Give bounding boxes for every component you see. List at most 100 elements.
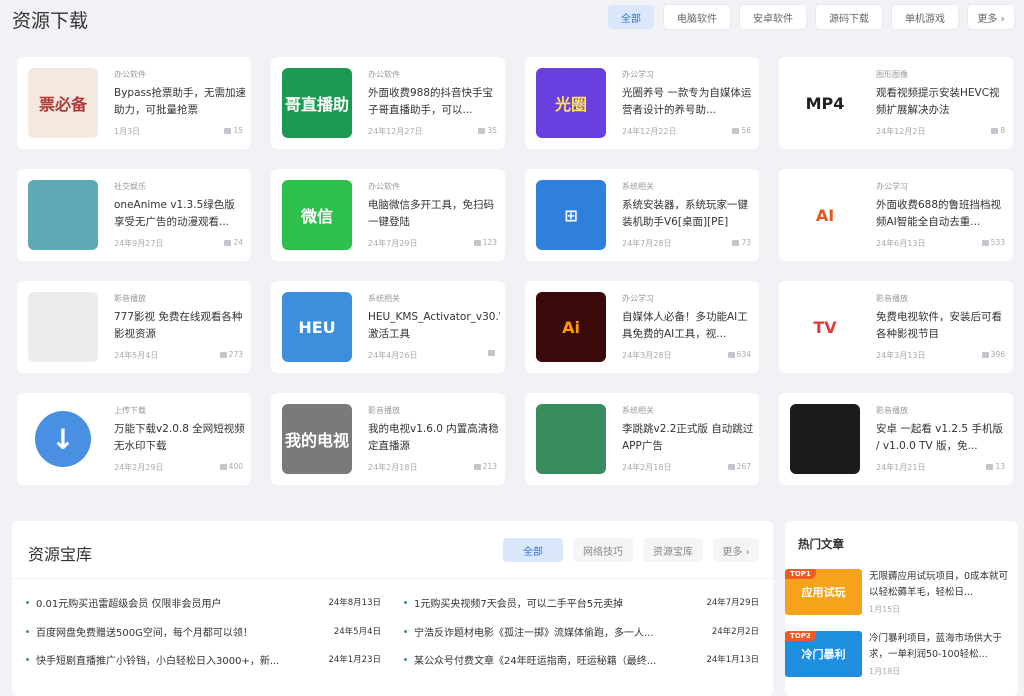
resource-category[interactable]: 系统相关: [622, 181, 654, 192]
hot-article-thumbnail[interactable]: 应用试玩 TOP1: [785, 569, 862, 615]
tab-pc-software[interactable]: 电脑软件: [664, 5, 730, 29]
resource-category[interactable]: 社交娱乐: [114, 181, 146, 192]
comment-icon: [224, 127, 232, 134]
library-list-item[interactable]: 某公众号付费文章《24年旺运指南，旺运秘籍（最终... 24年1月13日: [404, 650, 759, 679]
resource-thumbnail[interactable]: [28, 180, 98, 250]
tab-source-download[interactable]: 源码下载: [816, 5, 882, 29]
resource-category[interactable]: 系统相关: [622, 405, 654, 416]
resource-title[interactable]: 自媒体人必备！多功能AI工具免费的AI工具，视...: [622, 309, 754, 343]
tab-single-games[interactable]: 单机游戏: [892, 5, 958, 29]
library-list-item[interactable]: 百度网盘免费赠送500G空间，每个月都可以领！ 24年5月4日: [26, 622, 381, 651]
resource-title[interactable]: Bypass抢票助手，无需加速助力，可批量抢票: [114, 85, 246, 119]
resource-card[interactable]: ↓ 上传下载 万能下载v2.0.8 全网短视频无水印下载 24年2月29日 400: [17, 393, 251, 485]
resource-title[interactable]: 我的电视v1.6.0 内置高清稳定直播源: [368, 421, 500, 455]
resource-title[interactable]: 外面收费688的鲁班挡档视频AI智能全自动去重...: [876, 197, 1008, 231]
resource-thumbnail[interactable]: Ai: [536, 292, 606, 362]
resource-card[interactable]: HEU 系统相关 HEU_KMS_Activator_v30.Windows激活工具…: [271, 281, 505, 373]
library-tab-network-tips[interactable]: 网络技巧: [573, 538, 633, 562]
resource-date: 24年7月29日: [368, 239, 418, 248]
library-item-title[interactable]: 1元购买央视频7天会员，可以二手平台5元卖掉: [414, 595, 699, 610]
library-tab-more[interactable]: 更多 ›: [713, 538, 759, 562]
comment-count-value: 533: [990, 238, 1005, 247]
resource-category[interactable]: 影音播放: [876, 293, 908, 304]
resource-card[interactable]: AI 办公学习 外面收费688的鲁班挡档视频AI智能全自动去重... 24年6月13日…: [779, 169, 1013, 261]
divider: [12, 578, 773, 579]
resource-title[interactable]: 777影视 免费在线观看各种影视资源: [114, 309, 246, 343]
resource-category[interactable]: 办公学习: [876, 181, 908, 192]
resource-title[interactable]: 李跳跳v2.2正式版 自动跳过APP广告: [622, 421, 754, 455]
library-list-item[interactable]: 宁浩反诈题材电影《孤注一掷》流媒体偷跑，多一人... 24年2月2日: [404, 622, 759, 651]
resource-thumbnail[interactable]: ↓: [28, 404, 98, 474]
resource-card[interactable]: 哥直播助 办公软件 外面收费988的抖音快手宝子哥直播助手，可以... 24年12月2…: [271, 57, 505, 149]
resource-thumbnail[interactable]: 哥直播助: [282, 68, 352, 138]
resource-card[interactable]: ⊞ 系统相关 系统安装器，系统玩家一键装机助手V6[桌面][PE] 24年7月28日 7…: [525, 169, 759, 261]
hot-article-title[interactable]: 冷门暴利项目，蓝海市场供大于求，一单利润50-100轻松...: [869, 631, 1015, 663]
comment-icon: [478, 127, 486, 134]
resource-category[interactable]: 办公软件: [114, 69, 146, 80]
resource-card[interactable]: 我的电视 影音播放 我的电视v1.6.0 内置高清稳定直播源 24年2月18日 213: [271, 393, 505, 485]
resource-category[interactable]: 办公学习: [622, 69, 654, 80]
library-item-title[interactable]: 0.01元购买迅雷超级会员 仅限非会员用户: [36, 595, 321, 610]
tab-android-software[interactable]: 安卓软件: [740, 5, 806, 29]
resource-thumbnail[interactable]: [536, 404, 606, 474]
hot-article-thumbnail[interactable]: 冷门暴利 TOP2: [785, 631, 862, 677]
resource-category[interactable]: 上传下载: [114, 405, 146, 416]
resource-thumbnail[interactable]: 微信: [282, 180, 352, 250]
resource-card[interactable]: TV 影音播放 免费电视软件，安装后可看各种影视节目 24年3月13日 396: [779, 281, 1013, 373]
resource-thumbnail[interactable]: TV: [790, 292, 860, 362]
resource-card[interactable]: 票必备 办公软件 Bypass抢票助手，无需加速助力，可批量抢票 1月3日 15: [17, 57, 251, 149]
resource-title[interactable]: 光圈养号 一款专为自媒体运营者设计的养号助...: [622, 85, 754, 119]
comment-icon: [981, 239, 989, 246]
resource-title[interactable]: 电脑微信多开工具，免扫码一键登陆: [368, 197, 500, 231]
library-list-item[interactable]: 0.01元购买迅雷超级会员 仅限非会员用户 24年8月13日: [26, 593, 381, 622]
resource-thumbnail[interactable]: ⊞: [536, 180, 606, 250]
resource-thumbnail[interactable]: [790, 404, 860, 474]
resource-card[interactable]: 影音播放 777影视 免费在线观看各种影视资源 24年5月4日 273: [17, 281, 251, 373]
resource-card[interactable]: MP4 图形图像 观看视频提示安装HEVC视频扩展解决办法 24年12月2日 8: [779, 57, 1013, 149]
resource-card[interactable]: 系统相关 李跳跳v2.2正式版 自动跳过APP广告 24年2月18日 267: [525, 393, 759, 485]
resource-thumbnail[interactable]: AI: [790, 180, 860, 250]
tab-more[interactable]: 更多 ›: [968, 5, 1014, 29]
resource-title[interactable]: 免费电视软件，安装后可看各种影视节目: [876, 309, 1008, 343]
library-item-title[interactable]: 快手短剧直播推广小铃铛，小白轻松日入3000+，新...: [36, 652, 321, 667]
resource-title[interactable]: 安卓 一起看 v1.2.5 手机版 / v1.0.0 TV 版，免...: [876, 421, 1008, 455]
resource-title[interactable]: 观看视频提示安装HEVC视频扩展解决办法: [876, 85, 1008, 119]
library-list-item[interactable]: 快手短剧直播推广小铃铛，小白轻松日入3000+，新... 24年1月23日: [26, 650, 381, 679]
library-list-item[interactable]: 1元购买央视频7天会员，可以二手平台5元卖掉 24年7月29日: [404, 593, 759, 622]
resource-thumbnail[interactable]: [28, 292, 98, 362]
hot-article-item[interactable]: 应用试玩 TOP1 无限薅应用试玩项目，0成本就可以轻松薅羊毛，轻松日... 1月15…: [785, 569, 1018, 625]
library-item-title[interactable]: 百度网盘免费赠送500G空间，每个月都可以领！: [36, 624, 321, 639]
resource-category[interactable]: 图形图像: [876, 69, 908, 80]
hot-article-title[interactable]: 无限薅应用试玩项目，0成本就可以轻松薅羊毛，轻松日...: [869, 569, 1015, 601]
resource-title[interactable]: oneAnime v1.3.5绿色版 享受无广告的动漫观看...: [114, 197, 246, 231]
comment-count: 13: [986, 462, 1005, 471]
library-tab-all[interactable]: 全部: [503, 538, 563, 562]
library-item-title[interactable]: 某公众号付费文章《24年旺运指南，旺运秘籍（最终...: [414, 652, 699, 667]
resource-title[interactable]: 外面收费988的抖音快手宝子哥直播助手，可以...: [368, 85, 500, 119]
resource-date: 24年2月29日: [114, 463, 164, 472]
resource-thumbnail[interactable]: HEU: [282, 292, 352, 362]
resource-title[interactable]: 万能下载v2.0.8 全网短视频无水印下载: [114, 421, 246, 455]
resource-card[interactable]: Ai 办公学习 自媒体人必备！多功能AI工具免费的AI工具，视... 24年3月28日…: [525, 281, 759, 373]
resource-title[interactable]: 系统安装器，系统玩家一键装机助手V6[桌面][PE]: [622, 197, 754, 231]
hot-article-item[interactable]: 冷门暴利 TOP2 冷门暴利项目，蓝海市场供大于求，一单利润50-100轻松... 1…: [785, 631, 1018, 687]
resource-category[interactable]: 办公软件: [368, 69, 400, 80]
resource-category[interactable]: 办公学习: [622, 293, 654, 304]
resource-thumbnail[interactable]: 光圈: [536, 68, 606, 138]
resource-category[interactable]: 办公软件: [368, 181, 400, 192]
resource-card[interactable]: 社交娱乐 oneAnime v1.3.5绿色版 享受无广告的动漫观看... 24年9…: [17, 169, 251, 261]
resource-category[interactable]: 系统相关: [368, 293, 400, 304]
library-item-title[interactable]: 宁浩反诈题材电影《孤注一掷》流媒体偷跑，多一人...: [414, 624, 699, 639]
resource-category[interactable]: 影音播放: [876, 405, 908, 416]
resource-category[interactable]: 影音播放: [368, 405, 400, 416]
resource-thumbnail[interactable]: 我的电视: [282, 404, 352, 474]
resource-card[interactable]: 影音播放安卓 一起看 v1.2.5 手机版 / v1.0.0 TV 版，免...…: [779, 393, 1013, 485]
resource-title[interactable]: HEU_KMS_Activator_v30.Windows激活工具: [368, 309, 500, 343]
resource-thumbnail[interactable]: MP4: [790, 68, 860, 138]
resource-card[interactable]: 光圈 办公学习 光圈养号 一款专为自媒体运营者设计的养号助... 24年12月22日 5…: [525, 57, 759, 149]
resource-card[interactable]: 微信 办公软件 电脑微信多开工具，免扫码一键登陆 24年7月29日 123: [271, 169, 505, 261]
tab-all[interactable]: 全部: [608, 5, 654, 29]
resource-category[interactable]: 影音播放: [114, 293, 146, 304]
resource-thumbnail[interactable]: 票必备: [28, 68, 98, 138]
library-tab-resource-library[interactable]: 资源宝库: [643, 538, 703, 562]
